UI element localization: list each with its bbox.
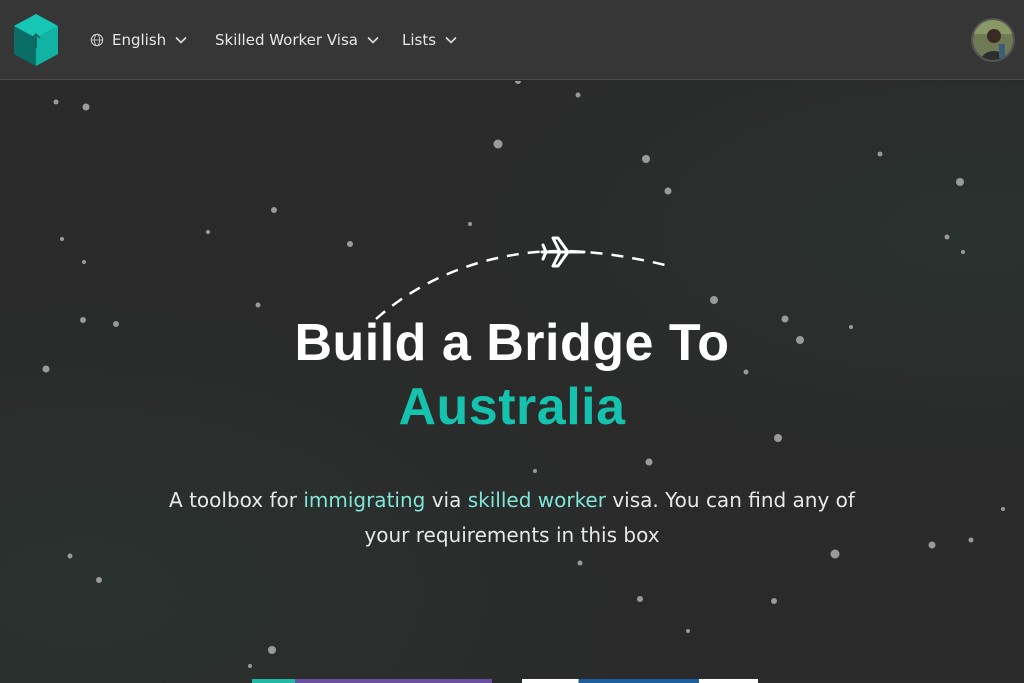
feature-card-edge[interactable] (522, 679, 758, 683)
globe-icon (90, 33, 104, 47)
hero-subtitle: A toolbox for immigrating via skilled wo… (150, 483, 874, 553)
chevron-down-icon (367, 36, 379, 44)
subtitle-text: A toolbox for (169, 488, 304, 512)
chevron-down-icon (175, 36, 187, 44)
feature-card-edge[interactable] (252, 679, 492, 683)
hexagon-box-logo-icon[interactable] (12, 12, 60, 68)
chevron-down-icon (445, 36, 457, 44)
top-navigation-bar: English Skilled Worker Visa Lists (0, 0, 1024, 80)
user-avatar[interactable] (971, 18, 1015, 62)
subtitle-text: via (425, 488, 468, 512)
language-label: English (112, 31, 167, 49)
menu-label: Skilled Worker Visa (215, 31, 358, 49)
highlight-immigrating: immigrating (303, 488, 426, 512)
airplane-icon (540, 236, 586, 268)
menu-skilled-worker-visa[interactable]: Skilled Worker Visa (215, 28, 380, 52)
menu-label: Lists (402, 31, 437, 49)
hero-section: Build a Bridge To Australia A toolbox fo… (0, 81, 1024, 683)
menu-lists[interactable]: Lists (402, 28, 458, 52)
language-selector[interactable]: English (90, 28, 188, 52)
hero-title-line1: Build a Bridge To (294, 314, 730, 372)
hero-title-line2: Australia (398, 378, 626, 436)
highlight-skilled-worker: skilled worker (467, 488, 606, 512)
